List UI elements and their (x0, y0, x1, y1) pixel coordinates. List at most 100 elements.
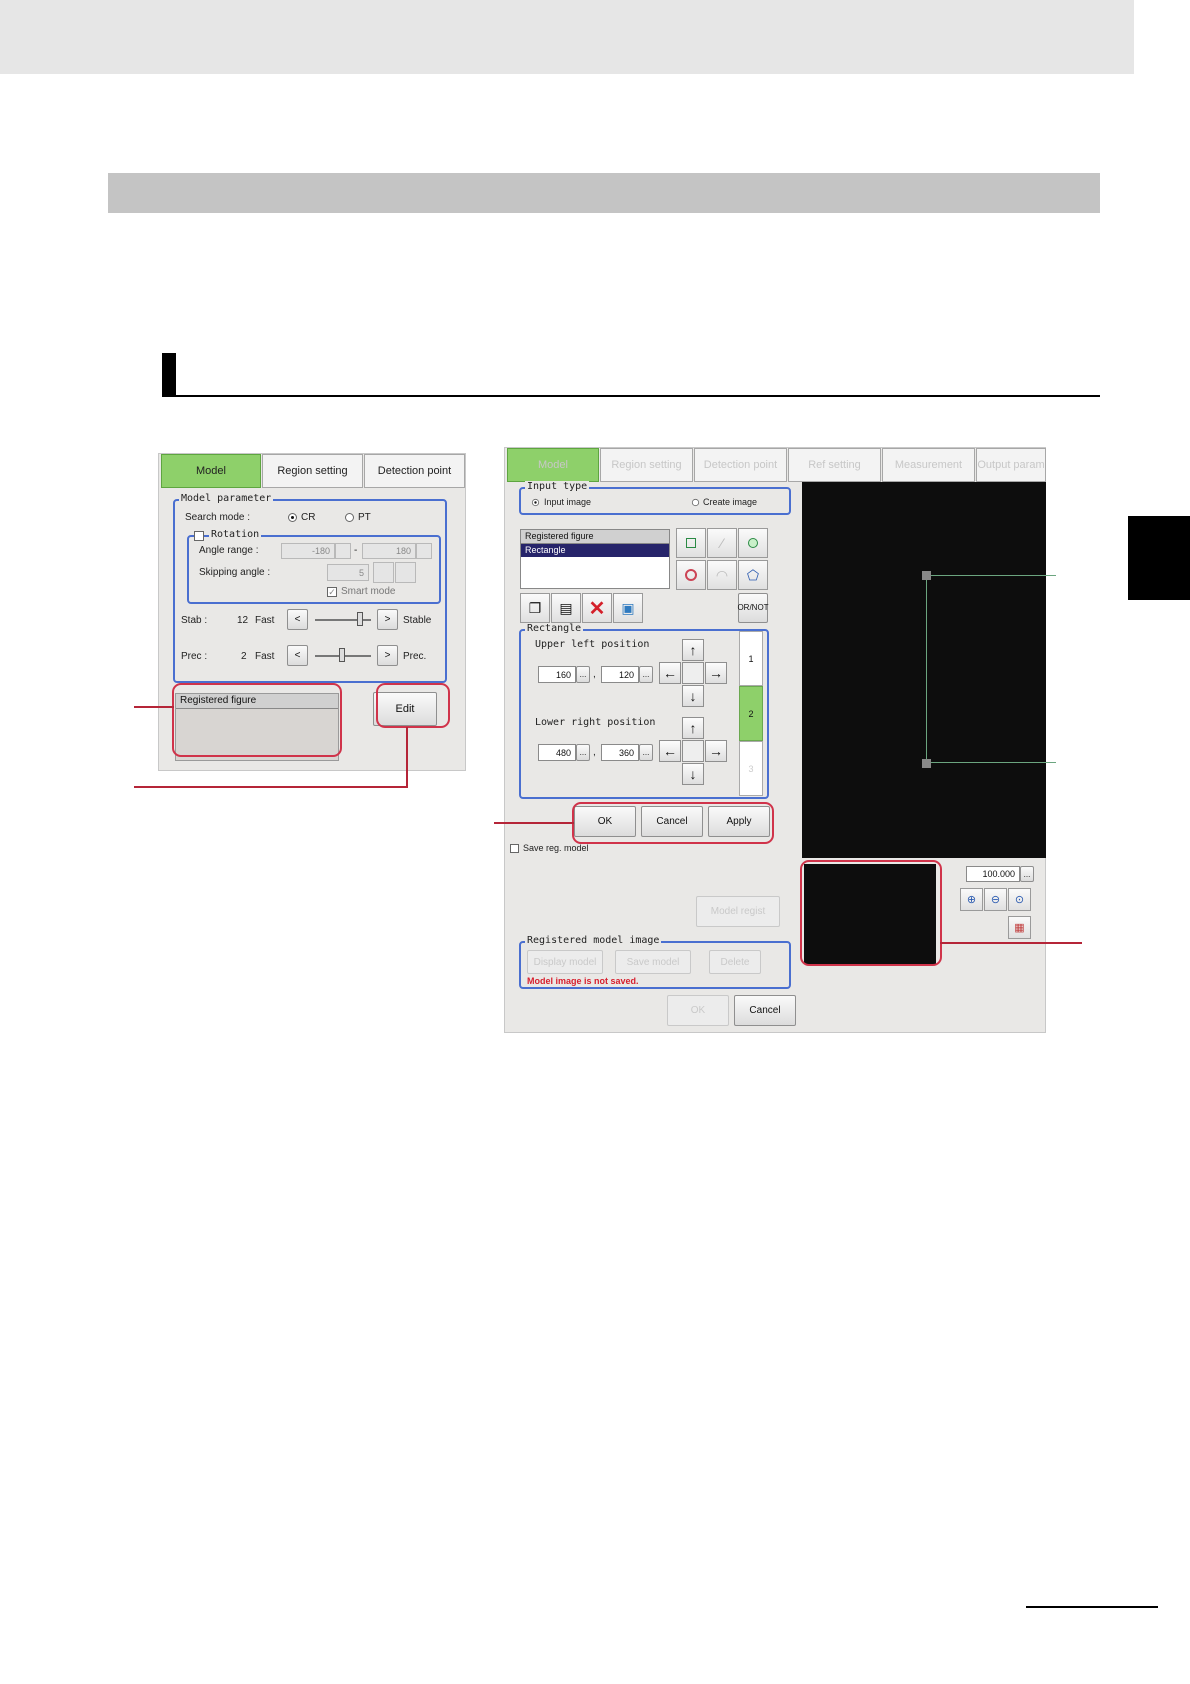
step-3-button[interactable]: 3 (739, 741, 763, 796)
callout-box-thumbnail (800, 860, 942, 966)
tab-ref-setting[interactable]: Ref setting (788, 448, 881, 482)
tab-model[interactable]: Model (161, 454, 261, 488)
search-mode-pt-label: PT (358, 512, 371, 523)
lower-right-right-arrow[interactable]: → (705, 740, 727, 762)
bottom-ok-button[interactable]: OK (667, 995, 729, 1026)
create-image-radio[interactable] (691, 498, 700, 507)
delete-icon[interactable]: ✕ (582, 593, 612, 623)
skipping-angle-field[interactable]: 5 (327, 564, 369, 581)
or-not-button[interactable]: OR/NOT (737, 593, 769, 623)
step-2-button[interactable]: 2 (739, 686, 763, 741)
circle-tool[interactable] (738, 528, 768, 558)
tab-detection-point[interactable]: Detection point (364, 454, 465, 488)
copy-icon[interactable]: ❐ (520, 593, 550, 623)
angle-min-dots-button[interactable] (335, 543, 351, 559)
display-settings-icon[interactable]: ▦ (1008, 916, 1031, 939)
model-parameter-title: Model parameter (179, 493, 274, 504)
save-reg-model-checkbox[interactable] (510, 844, 519, 853)
registered-model-image-title: Registered model image (525, 935, 662, 946)
callout-box-registered-figure (172, 683, 342, 757)
input-type-group: Input type Input image Create image (519, 481, 791, 515)
tab-region-setting[interactable]: Region setting (600, 448, 693, 482)
prec-slider-thumb[interactable] (339, 648, 345, 662)
figure-setting-window: Model Region setting Detection point Ref… (504, 447, 1056, 1033)
rotation-checkbox[interactable] (194, 531, 204, 541)
tab-region-setting[interactable]: Region setting (262, 454, 363, 488)
lower-right-left-arrow[interactable]: ← (659, 740, 681, 762)
upper-left-label: Upper left position (535, 639, 650, 650)
create-image-label: Create image (703, 497, 758, 507)
skipping-angle-up-button[interactable] (395, 562, 416, 583)
angle-max-dots-button[interactable] (416, 543, 432, 559)
model-not-saved-warning: Model image is not saved. (527, 976, 639, 986)
search-mode-cr-radio[interactable] (288, 513, 297, 522)
skipping-angle-down-button[interactable] (373, 562, 394, 583)
image-icon[interactable]: ▣ (613, 593, 643, 623)
tab-measurement[interactable]: Measurement (882, 448, 975, 482)
upper-left-up-arrow[interactable]: ↑ (682, 639, 704, 661)
prec-increase-button[interactable]: > (377, 645, 398, 666)
lower-right-y-dots[interactable]: ... (639, 744, 653, 761)
stab-slider-thumb[interactable] (357, 612, 363, 626)
angle-min-field[interactable]: -180 (281, 543, 335, 559)
upper-left-right-arrow[interactable]: → (705, 662, 727, 684)
rectangle-tool[interactable] (676, 528, 706, 558)
input-type-title: Input type (525, 481, 590, 492)
registered-model-image-group: Registered model image Display model Sav… (519, 935, 791, 989)
input-image-label: Input image (544, 497, 592, 507)
lower-right-down-arrow[interactable]: ↓ (682, 763, 704, 785)
registered-figure-item-rectangle[interactable]: Rectangle (521, 544, 669, 557)
registered-figure-list[interactable]: Registered figure Rectangle (520, 529, 670, 589)
save-model-button[interactable]: Save model (615, 950, 691, 974)
zoom-value-field[interactable]: 100.000 (966, 866, 1020, 882)
upper-left-x-field[interactable]: 160 (538, 666, 576, 683)
callout-line-ok-cancel-apply (494, 822, 574, 824)
stab-fast-label: Fast (255, 615, 275, 626)
delete-model-button[interactable]: Delete (709, 950, 761, 974)
display-model-button[interactable]: Display model (527, 950, 603, 974)
zoom-dots-button[interactable]: ... (1020, 866, 1034, 882)
skipping-angle-label: Skipping angle : (199, 567, 271, 578)
lower-right-x-dots[interactable]: ... (576, 744, 590, 761)
callout-line-edit-horizontal (134, 786, 408, 788)
model-registration-button[interactable]: Model regist (696, 896, 780, 927)
paste-icon[interactable]: ▤ (551, 593, 581, 623)
angle-max-field[interactable]: 180 (362, 543, 416, 559)
tab-output-param[interactable]: Output param (976, 448, 1046, 482)
lower-right-x-field[interactable]: 480 (538, 744, 576, 761)
lower-right-up-arrow[interactable]: ↑ (682, 717, 704, 739)
input-image-radio[interactable] (531, 498, 540, 507)
arc-tool[interactable]: ◠ (707, 560, 737, 590)
zoom-fit-icon[interactable]: ⊙ (1008, 888, 1031, 911)
ring-tool[interactable] (676, 560, 706, 590)
step-1-button[interactable]: 1 (739, 631, 763, 686)
lower-right-y-field[interactable]: 360 (601, 744, 639, 761)
registered-figure-header: Registered figure (521, 530, 669, 544)
rectangle-handle-upper-left[interactable] (922, 571, 931, 580)
line-tool[interactable]: ⁄ (707, 528, 737, 558)
polygon-tool[interactable]: ⬠ (738, 560, 768, 590)
prec-decrease-button[interactable]: < (287, 645, 308, 666)
smart-mode-label: Smart mode (341, 586, 396, 597)
upper-left-y-dots[interactable]: ... (639, 666, 653, 683)
prec-fast-label: Fast (255, 651, 275, 662)
tab-model[interactable]: Model (507, 448, 599, 482)
lower-right-center-pad (682, 740, 704, 762)
rotation-title: Rotation (209, 529, 262, 540)
zoom-out-icon[interactable]: ⊖ (984, 888, 1007, 911)
upper-left-left-arrow[interactable]: ← (659, 662, 681, 684)
upper-left-y-field[interactable]: 120 (601, 666, 639, 683)
stab-increase-button[interactable]: > (377, 609, 398, 630)
upper-left-x-dots[interactable]: ... (576, 666, 590, 683)
image-display[interactable] (802, 482, 1056, 858)
search-mode-pt-radio[interactable] (345, 513, 354, 522)
stab-decrease-button[interactable]: < (287, 609, 308, 630)
smart-mode-checkbox[interactable]: ✓ (327, 587, 337, 597)
upper-left-down-arrow[interactable]: ↓ (682, 685, 704, 707)
upper-left-center-pad (682, 662, 704, 684)
save-reg-model-label: Save reg. model (523, 843, 589, 853)
tab-detection-point[interactable]: Detection point (694, 448, 787, 482)
rectangle-handle-lower-left[interactable] (922, 759, 931, 768)
zoom-in-icon[interactable]: ⊕ (960, 888, 983, 911)
bottom-cancel-button[interactable]: Cancel (734, 995, 796, 1026)
